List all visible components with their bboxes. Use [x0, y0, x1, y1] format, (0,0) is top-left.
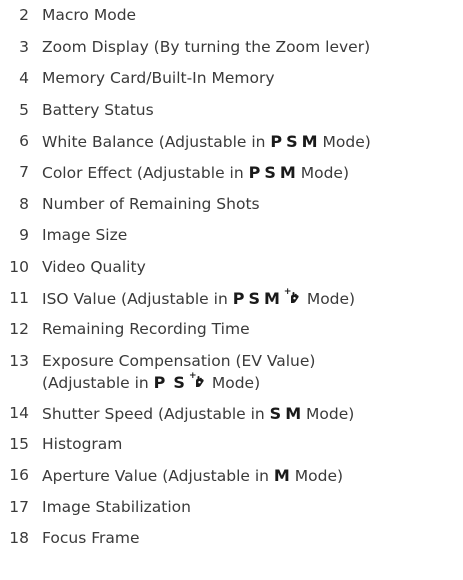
legend-item: 5 Battery Status: [0, 100, 154, 121]
item-number: 17: [9, 498, 29, 516]
legend-item: 16 Aperture Value (Adjustable in M Mode): [0, 465, 343, 487]
item-number: 13: [9, 352, 29, 370]
item-text: Exposure Compensation (EV Value) (Adjust…: [42, 351, 315, 394]
mode-letter-s: S: [248, 289, 260, 308]
item-number: 15: [9, 435, 29, 453]
mode-letter-m: M: [301, 132, 318, 151]
item-text-prefix: (Adjustable in: [42, 374, 154, 392]
item-number: 8: [19, 195, 29, 213]
item-text: Memory Card/Built-In Memory: [42, 69, 275, 87]
item-text-prefix: Shutter Speed (Adjustable in: [42, 405, 270, 423]
scene-mode-icon: +: [284, 288, 302, 305]
item-text: Aperture Value (Adjustable in M Mode): [42, 465, 343, 487]
item-number: 5: [19, 101, 29, 119]
item-text-suffix: Mode): [295, 164, 349, 182]
mode-letter-p: P: [153, 373, 166, 392]
legend-item: 6 White Balance (Adjustable in PSM Mode): [0, 131, 371, 153]
legend-item: 13 Exposure Compensation (EV Value) (Adj…: [0, 351, 315, 394]
item-text: Battery Status: [42, 101, 154, 119]
legend-item: 10 Video Quality: [0, 257, 146, 278]
item-text: Zoom Display (By turning the Zoom lever): [42, 38, 371, 56]
mode-letter-p: P: [248, 163, 261, 182]
item-text: Color Effect (Adjustable in PSM Mode): [42, 162, 349, 184]
item-text-prefix: Color Effect (Adjustable in: [42, 164, 249, 182]
legend-item: 12 Remaining Recording Time: [0, 319, 250, 340]
mode-letter-m: M: [273, 466, 290, 485]
mode-letter-p: P: [232, 289, 245, 308]
legend-item: 17 Image Stabilization: [0, 497, 191, 518]
legend-item: 15 Histogram: [0, 434, 122, 455]
legend-item: 9 Image Size: [0, 225, 127, 246]
item-text-line-2: (Adjustable in P S + Mode): [42, 372, 315, 394]
mode-letter-s: S: [264, 163, 276, 182]
legend-item: 7 Color Effect (Adjustable in PSM Mode): [0, 162, 349, 184]
item-number: 10: [9, 258, 29, 276]
item-number: 18: [9, 529, 29, 547]
item-text: Histogram: [42, 435, 123, 453]
item-text: Remaining Recording Time: [42, 320, 250, 338]
scene-mode-icon: +: [189, 372, 207, 389]
item-text: Image Stabilization: [42, 498, 191, 516]
item-number: 16: [9, 466, 29, 484]
item-number: 12: [9, 320, 29, 338]
item-text-suffix: Mode): [289, 467, 344, 485]
item-text: Macro Mode: [42, 6, 137, 24]
item-text-prefix: Aperture Value (Adjustable in: [42, 467, 274, 485]
item-text-line-1: Exposure Compensation (EV Value): [42, 352, 316, 370]
item-number: 2: [19, 6, 29, 24]
item-text: Number of Remaining Shots: [42, 195, 260, 213]
mode-letter-s: S: [269, 404, 282, 423]
legend-item: 11 ISO Value (Adjustable in P S M + Mode): [0, 288, 355, 310]
item-text: Video Quality: [42, 258, 146, 276]
item-text: Focus Frame: [42, 529, 140, 547]
item-text-suffix: Mode): [301, 290, 356, 308]
item-number: 6: [19, 132, 29, 150]
item-number: 11: [9, 289, 29, 307]
mode-letter-m: M: [263, 289, 280, 308]
legend-item: 3 Zoom Display (By turning the Zoom leve…: [0, 37, 370, 58]
mode-letter-m: M: [279, 163, 296, 182]
item-text-suffix: Mode): [317, 133, 371, 151]
legend-item: 4 Memory Card/Built-In Memory: [0, 68, 275, 89]
mode-letter-p: P: [270, 132, 283, 151]
item-text-prefix: White Balance (Adjustable in: [42, 133, 271, 151]
item-text: Image Size: [42, 226, 128, 244]
legend-item: 8 Number of Remaining Shots: [0, 194, 260, 215]
item-text: White Balance (Adjustable in PSM Mode): [42, 131, 371, 153]
item-number: 7: [19, 163, 29, 181]
legend-item: 2 Macro Mode: [0, 5, 136, 26]
item-text-suffix: Mode): [301, 405, 355, 423]
item-number: 14: [9, 404, 29, 422]
item-number: 9: [19, 226, 29, 244]
item-text-suffix: Mode): [206, 374, 261, 392]
mode-letter-m: M: [285, 404, 302, 423]
item-number: 4: [19, 69, 29, 87]
item-text-prefix: ISO Value (Adjustable in: [42, 290, 233, 308]
mode-letter-s: S: [286, 132, 298, 151]
legend-item: 18 Focus Frame: [0, 528, 140, 549]
mode-letter-s: S: [173, 373, 185, 392]
item-text: ISO Value (Adjustable in P S M + Mode): [42, 288, 355, 310]
legend-item: 14 Shutter Speed (Adjustable in SM Mode): [0, 403, 354, 425]
item-text: Shutter Speed (Adjustable in SM Mode): [42, 403, 354, 425]
item-number: 3: [19, 38, 29, 56]
